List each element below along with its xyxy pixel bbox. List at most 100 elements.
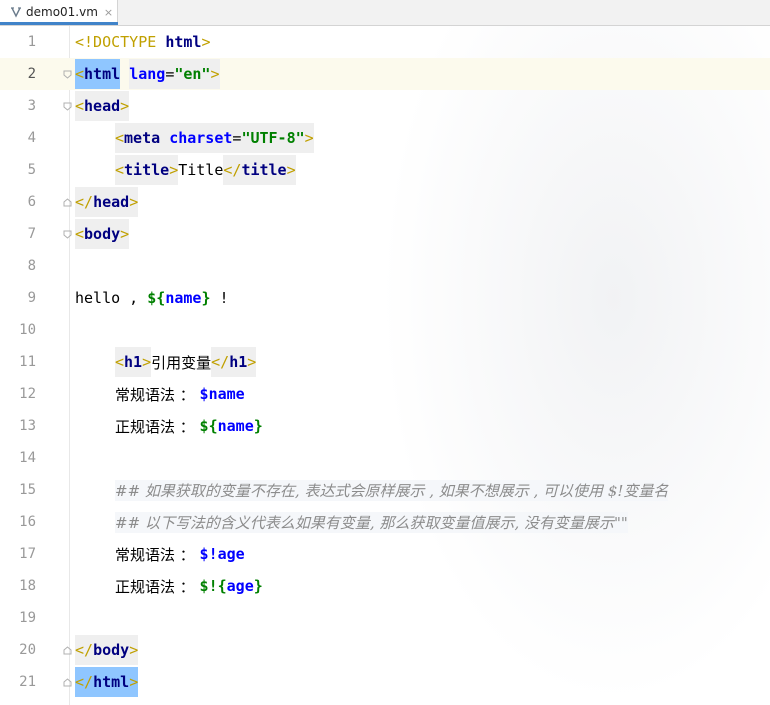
token: < (115, 129, 125, 147)
fold-icon[interactable] (63, 230, 72, 239)
fold-end-icon[interactable] (63, 677, 72, 687)
line-number: 5 (27, 162, 36, 178)
token: meta (124, 129, 161, 147)
tab-demo01-vm[interactable]: demo01.vm × (0, 0, 118, 25)
head-close-tag: </head> (75, 187, 139, 217)
token: !DOCTYPE (84, 33, 157, 51)
line-content: </head> (75, 186, 139, 218)
token: < (75, 97, 85, 115)
line-content: 常规语法 ： $!age (75, 538, 245, 570)
code-line-1: 1 < !DOCTYPE html > (0, 26, 770, 58)
token: </ (75, 193, 94, 211)
token: > (120, 225, 130, 243)
token: = (165, 65, 175, 83)
token: > (201, 33, 211, 51)
code-editor[interactable]: 1 < !DOCTYPE html > 2 <html lang="en"> 3 <… (0, 26, 770, 705)
token: 正规语法 ： (115, 577, 200, 596)
token: </ (75, 641, 94, 659)
token: charset (169, 129, 233, 147)
line-number: 1 (27, 34, 36, 50)
token: { (217, 577, 227, 595)
token: 正规语法 ： (115, 417, 200, 436)
token: > (304, 129, 314, 147)
line-number: 14 (19, 450, 36, 466)
token: $ (199, 417, 209, 435)
token: > (129, 673, 139, 691)
token: > (169, 161, 179, 179)
code-line-11: 11 <h1> 引用变量 </h1> (0, 346, 770, 378)
token: body (84, 225, 121, 243)
line-content: <meta charset="UTF-8"> (75, 122, 314, 154)
token: </ (223, 161, 242, 179)
line-number: 19 (19, 610, 36, 626)
line-number: 4 (27, 130, 36, 146)
token: < (75, 225, 85, 243)
token: < (115, 353, 125, 371)
line-number: 8 (27, 258, 36, 274)
token: </ (75, 673, 94, 691)
line-number: 10 (19, 322, 36, 338)
token: } (253, 417, 263, 435)
token: { (208, 417, 218, 435)
token: "en" (174, 65, 211, 83)
token: $ (147, 289, 157, 307)
line-content: < !DOCTYPE html > (75, 26, 210, 58)
line-content: <html lang="en"> (75, 58, 220, 90)
velocity-comment: ## 如果获取的变量不存在, 表达式会原样展示 , 如果不想展示 , 可以使用 … (115, 479, 669, 501)
code-line-16: 16 ## 以下写法的含义代表么如果有变量, 那么获取变量值展示, 没有变量展示… (0, 506, 770, 538)
tab-filename: demo01.vm (26, 5, 98, 19)
code-line-21: 21 </html> (0, 666, 770, 698)
code-line-2: 2 <html lang="en"> (0, 58, 770, 90)
token: lang (129, 65, 166, 83)
fold-icon[interactable] (63, 102, 72, 111)
code-line-6: 6 </head> (0, 186, 770, 218)
token: < (75, 33, 85, 51)
token: html (84, 65, 121, 83)
meta-tag: <meta charset="UTF-8"> (115, 123, 314, 153)
line-number: 6 (27, 194, 36, 210)
fold-icon[interactable] (63, 70, 72, 79)
line-number: 20 (19, 642, 36, 658)
token: 常规语法 ： (115, 385, 200, 404)
token: > (129, 641, 139, 659)
line-number: 11 (19, 354, 36, 370)
token: < (115, 161, 125, 179)
line-number: 16 (19, 514, 36, 530)
code-line-3: 3 <head> (0, 90, 770, 122)
line-content: </html> (75, 666, 139, 698)
token: $name (199, 385, 245, 403)
fold-end-icon[interactable] (63, 645, 72, 655)
code-line-13: 13 正规语法 ： ${name} (0, 410, 770, 442)
token: h1 (124, 353, 143, 371)
token: > (286, 161, 296, 179)
line-number: 21 (19, 674, 36, 690)
active-tab-indicator (0, 22, 118, 25)
token: } (201, 289, 211, 307)
token: age (226, 577, 254, 595)
line-content: hello , ${name} ! (75, 282, 229, 314)
editor-tab-bar: demo01.vm × (0, 0, 770, 26)
token: title (241, 161, 287, 179)
line-content: 正规语法 ： $!{age} (75, 570, 263, 602)
code-line-15: 15 ## 如果获取的变量不存在, 表达式会原样展示 , 如果不想展示 , 可以… (0, 474, 770, 506)
token: h1 (229, 353, 248, 371)
code-line-20: 20 </body> (0, 634, 770, 666)
line-number: 12 (19, 386, 36, 402)
code-line-4: 4 <meta charset="UTF-8"> (0, 122, 770, 154)
h1-open-tag: <h1> (115, 347, 152, 377)
line-content: ## 以下写法的含义代表么如果有变量, 那么获取变量值展示, 没有变量展示"" (75, 506, 628, 538)
code-line-14: 14 (0, 442, 770, 474)
html-close-tag: </html> (75, 667, 139, 697)
token: > (247, 353, 257, 371)
code-line-9: 9 hello , ${name} ! (0, 282, 770, 314)
token: $!age (199, 545, 245, 563)
line-content: <head> (75, 90, 130, 122)
code-line-10: 10 (0, 314, 770, 346)
fold-end-icon[interactable] (63, 197, 72, 207)
token: hello , (75, 289, 148, 307)
line-number: 9 (27, 290, 36, 306)
token: body (93, 641, 130, 659)
code-line-18: 18 正规语法 ： $!{age} (0, 570, 770, 602)
line-number: 17 (19, 546, 36, 562)
close-tab-icon[interactable]: × (104, 6, 113, 19)
